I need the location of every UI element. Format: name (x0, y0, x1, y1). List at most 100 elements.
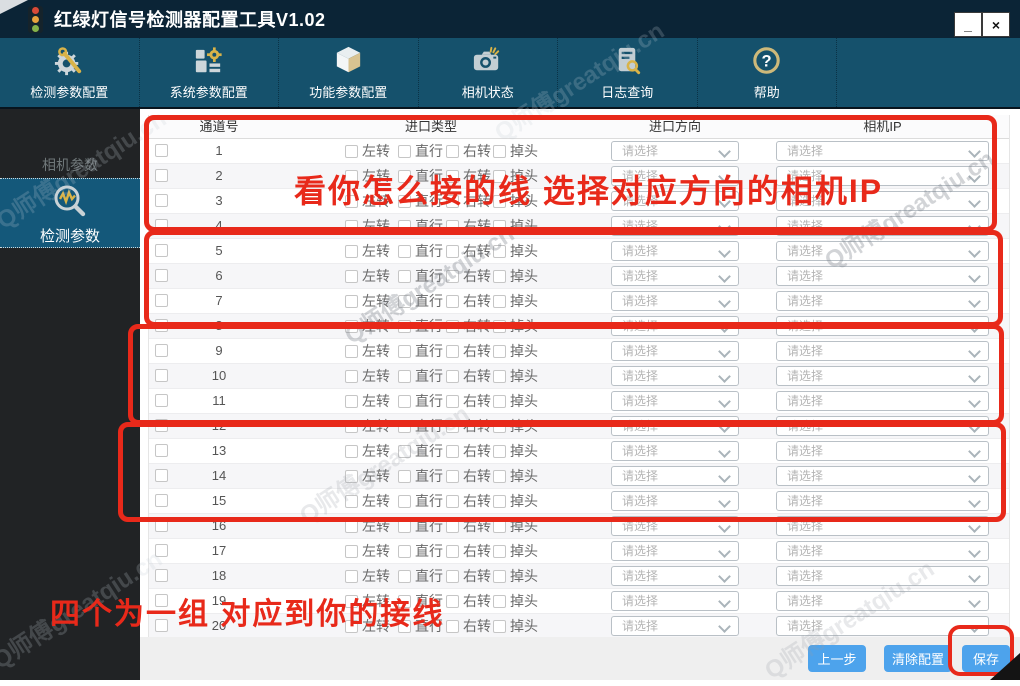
camera-ip-select[interactable]: 请选择 (776, 316, 989, 336)
turn-option-straight[interactable]: 直行 (398, 389, 443, 413)
checkbox-icon[interactable] (493, 345, 506, 358)
turn-option-right-turn[interactable]: 右转 (446, 189, 491, 213)
checkbox-icon[interactable] (493, 470, 506, 483)
checkbox-icon[interactable] (398, 495, 411, 508)
turn-option-u-turn[interactable]: 掉头 (493, 189, 538, 213)
nav-item-system-config[interactable]: 系统参数配置 (140, 38, 280, 107)
checkbox-icon[interactable] (398, 395, 411, 408)
turn-option-straight[interactable]: 直行 (398, 364, 443, 388)
turn-option-right-turn[interactable]: 右转 (446, 439, 491, 463)
camera-ip-select[interactable]: 请选择 (776, 616, 989, 636)
turn-option-straight[interactable]: 直行 (398, 589, 443, 613)
checkbox-icon[interactable] (398, 595, 411, 608)
checkbox-icon[interactable] (398, 245, 411, 258)
turn-option-u-turn[interactable]: 掉头 (493, 389, 538, 413)
turn-option-u-turn[interactable]: 掉头 (493, 339, 538, 363)
checkbox-icon[interactable] (398, 520, 411, 533)
row-select-checkbox[interactable] (155, 269, 168, 282)
camera-ip-select[interactable]: 请选择 (776, 591, 989, 611)
camera-ip-select[interactable]: 请选择 (776, 141, 989, 161)
turn-option-straight[interactable]: 直行 (398, 139, 443, 163)
turn-option-u-turn[interactable]: 掉头 (493, 414, 538, 438)
checkbox-icon[interactable] (345, 495, 358, 508)
camera-ip-select[interactable]: 请选择 (776, 266, 989, 286)
checkbox-icon[interactable] (493, 420, 506, 433)
row-select-checkbox[interactable] (155, 494, 168, 507)
checkbox-icon[interactable] (345, 520, 358, 533)
turn-option-u-turn[interactable]: 掉头 (493, 514, 538, 538)
turn-option-right-turn[interactable]: 右转 (446, 464, 491, 488)
checkbox-icon[interactable] (398, 470, 411, 483)
checkbox-icon[interactable] (493, 170, 506, 183)
camera-ip-select[interactable]: 请选择 (776, 441, 989, 461)
nav-item-detect-config[interactable]: 检测参数配置 (0, 38, 140, 107)
turn-option-left-turn[interactable]: 左转 (345, 614, 390, 638)
turn-option-u-turn[interactable]: 掉头 (493, 589, 538, 613)
turn-option-right-turn[interactable]: 右转 (446, 514, 491, 538)
turn-option-right-turn[interactable]: 右转 (446, 414, 491, 438)
nav-item-camera-status[interactable]: 相机状态 (419, 38, 559, 107)
turn-option-right-turn[interactable]: 右转 (446, 314, 491, 338)
turn-option-right-turn[interactable]: 右转 (446, 389, 491, 413)
checkbox-icon[interactable] (398, 270, 411, 283)
checkbox-icon[interactable] (345, 295, 358, 308)
turn-option-right-turn[interactable]: 右转 (446, 239, 491, 263)
checkbox-icon[interactable] (398, 420, 411, 433)
nav-item-log-query[interactable]: 日志查询 (558, 38, 698, 107)
checkbox-icon[interactable] (345, 345, 358, 358)
direction-select[interactable]: 请选择 (611, 191, 739, 211)
turn-option-u-turn[interactable]: 掉头 (493, 164, 538, 188)
turn-option-u-turn[interactable]: 掉头 (493, 239, 538, 263)
turn-option-straight[interactable]: 直行 (398, 314, 443, 338)
row-select-checkbox[interactable] (155, 369, 168, 382)
turn-option-straight[interactable]: 直行 (398, 214, 443, 238)
turn-option-u-turn[interactable]: 掉头 (493, 214, 538, 238)
row-select-checkbox[interactable] (155, 444, 168, 457)
checkbox-icon[interactable] (398, 220, 411, 233)
checkbox-icon[interactable] (345, 420, 358, 433)
direction-select[interactable]: 请选择 (611, 366, 739, 386)
checkbox-icon[interactable] (345, 195, 358, 208)
direction-select[interactable]: 请选择 (611, 541, 739, 561)
direction-select[interactable]: 请选择 (611, 516, 739, 536)
turn-option-left-turn[interactable]: 左转 (345, 414, 390, 438)
nav-item-help[interactable]: ? 帮助 (698, 38, 838, 107)
turn-option-straight[interactable]: 直行 (398, 614, 443, 638)
checkbox-icon[interactable] (493, 445, 506, 458)
checkbox-icon[interactable] (446, 320, 459, 333)
turn-option-u-turn[interactable]: 掉头 (493, 614, 538, 638)
checkbox-icon[interactable] (493, 620, 506, 633)
checkbox-icon[interactable] (446, 420, 459, 433)
checkbox-icon[interactable] (493, 395, 506, 408)
checkbox-icon[interactable] (345, 145, 358, 158)
turn-option-right-turn[interactable]: 右转 (446, 614, 491, 638)
turn-option-left-turn[interactable]: 左转 (345, 364, 390, 388)
checkbox-icon[interactable] (345, 620, 358, 633)
checkbox-icon[interactable] (345, 270, 358, 283)
checkbox-icon[interactable] (446, 270, 459, 283)
checkbox-icon[interactable] (493, 220, 506, 233)
camera-ip-select[interactable]: 请选择 (776, 291, 989, 311)
checkbox-icon[interactable] (398, 295, 411, 308)
checkbox-icon[interactable] (493, 320, 506, 333)
row-select-checkbox[interactable] (155, 569, 168, 582)
turn-option-u-turn[interactable]: 掉头 (493, 289, 538, 313)
direction-select[interactable]: 请选择 (611, 391, 739, 411)
turn-option-u-turn[interactable]: 掉头 (493, 489, 538, 513)
checkbox-icon[interactable] (446, 170, 459, 183)
turn-option-left-turn[interactable]: 左转 (345, 564, 390, 588)
turn-option-left-turn[interactable]: 左转 (345, 164, 390, 188)
checkbox-icon[interactable] (493, 520, 506, 533)
checkbox-icon[interactable] (446, 295, 459, 308)
turn-option-left-turn[interactable]: 左转 (345, 589, 390, 613)
direction-select[interactable]: 请选择 (611, 216, 739, 236)
turn-option-u-turn[interactable]: 掉头 (493, 439, 538, 463)
checkbox-icon[interactable] (345, 220, 358, 233)
turn-option-right-turn[interactable]: 右转 (446, 564, 491, 588)
row-select-checkbox[interactable] (155, 594, 168, 607)
turn-option-u-turn[interactable]: 掉头 (493, 464, 538, 488)
row-select-checkbox[interactable] (155, 194, 168, 207)
direction-select[interactable]: 请选择 (611, 616, 739, 636)
direction-select[interactable]: 请选择 (611, 166, 739, 186)
checkbox-icon[interactable] (446, 545, 459, 558)
